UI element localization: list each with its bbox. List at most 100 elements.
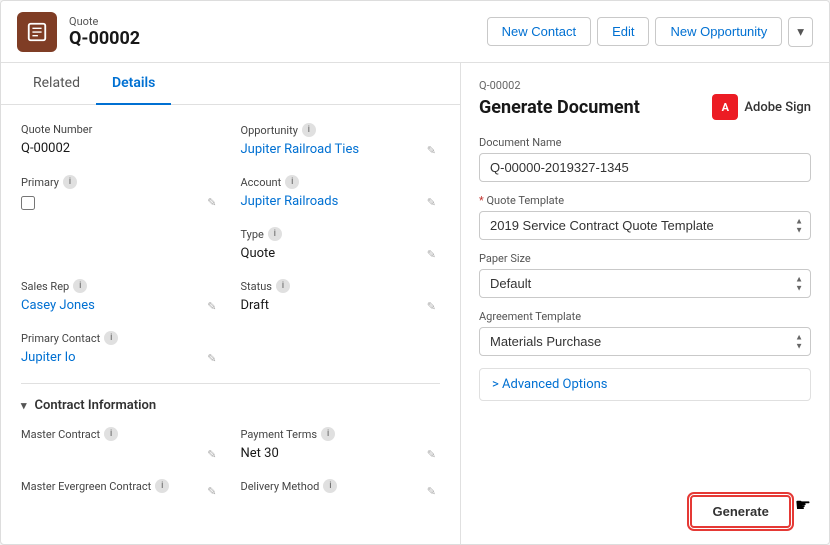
master-evergreen-value (21, 496, 221, 500)
master-evergreen-edit-icon[interactable]: ✎ (207, 485, 216, 498)
opportunity-info-icon[interactable]: i (302, 123, 316, 137)
tab-details[interactable]: Details (96, 63, 171, 105)
contract-section-header[interactable]: ▾ Contract Information (21, 398, 440, 413)
delivery-method-value (241, 496, 441, 500)
quote-number-value: Q-00002 (21, 139, 221, 158)
field-payment-terms: Payment Terms i Net 30 ✎ (241, 427, 441, 463)
primary-label: Primary i (21, 175, 221, 189)
sales-rep-edit-icon[interactable]: ✎ (207, 300, 216, 313)
document-name-label: Document Name (479, 136, 811, 149)
rp-field-paper-size: Paper Size Default ▲ ▼ (479, 252, 811, 298)
form-row-contract-2: Master Evergreen Contract i ✎ Delivery M… (21, 479, 440, 500)
tab-related[interactable]: Related (17, 63, 96, 105)
status-info-icon[interactable]: i (276, 279, 290, 293)
account-value[interactable]: Jupiter Railroads (241, 192, 441, 211)
field-sales-rep: Sales Rep i Casey Jones ✎ (21, 279, 221, 315)
field-primary: Primary i ✎ (21, 175, 221, 211)
paper-size-select[interactable]: Default (479, 269, 811, 298)
section-chevron-icon: ▾ (21, 399, 27, 412)
advanced-options-row[interactable]: > Advanced Options (479, 368, 811, 401)
panel-title: Generate Document (479, 97, 640, 118)
advanced-options-label: > Advanced Options (492, 377, 608, 392)
payment-terms-label: Payment Terms i (241, 427, 441, 441)
header-left: Quote Q-00002 (17, 12, 140, 52)
agreement-template-select[interactable]: Materials Purchase (479, 327, 811, 356)
primary-contact-label: Primary Contact i (21, 331, 221, 345)
delivery-method-edit-icon[interactable]: ✎ (427, 485, 436, 498)
generate-row: Generate ☛ (479, 495, 811, 528)
paper-size-label: Paper Size (479, 252, 811, 265)
field-status: Status i Draft ✎ (241, 279, 441, 315)
agreement-template-label: Agreement Template (479, 310, 811, 323)
quote-number-label: Quote Number (21, 123, 221, 136)
status-edit-icon[interactable]: ✎ (427, 300, 436, 313)
delivery-method-info-icon[interactable]: i (323, 479, 337, 493)
primary-edit-icon[interactable]: ✎ (207, 196, 216, 209)
master-contract-info-icon[interactable]: i (104, 427, 118, 441)
adobe-sign-label: Adobe Sign (744, 100, 811, 115)
paper-size-select-wrapper: Default ▲ ▼ (479, 269, 811, 298)
rp-field-quote-template: Quote Template 2019 Service Contract Quo… (479, 194, 811, 240)
type-label: Type i (241, 227, 441, 241)
payment-terms-value: Net 30 (241, 444, 441, 463)
edit-button[interactable]: Edit (597, 17, 649, 46)
right-panel: Q-00002 Generate Document A Adobe Sign D… (461, 63, 829, 544)
new-contact-button[interactable]: New Contact (487, 17, 591, 46)
generate-button[interactable]: Generate (690, 495, 790, 528)
sales-rep-value[interactable]: Casey Jones (21, 296, 221, 315)
primary-contact-info-icon[interactable]: i (104, 331, 118, 345)
agreement-template-select-wrapper: Materials Purchase ▲ ▼ (479, 327, 811, 356)
quote-icon (17, 12, 57, 52)
status-value: Draft (241, 296, 441, 315)
cursor-icon: ☛ (795, 495, 811, 528)
field-primary-contact: Primary Contact i Jupiter Io ✎ (21, 331, 221, 367)
header-title-block: Quote Q-00002 (69, 15, 140, 49)
type-value: Quote (241, 244, 441, 263)
primary-checkbox[interactable] (21, 196, 35, 210)
page-header: Quote Q-00002 New Contact Edit New Oppor… (1, 1, 829, 63)
document-name-input[interactable] (479, 153, 811, 182)
account-edit-icon[interactable]: ✎ (427, 196, 436, 209)
new-opportunity-button[interactable]: New Opportunity (655, 17, 782, 46)
adobe-sign-icon: A (712, 94, 738, 120)
field-delivery-method: Delivery Method i ✎ (241, 479, 441, 500)
quote-template-label: Quote Template (479, 194, 811, 207)
section-divider (21, 383, 440, 384)
primary-info-icon[interactable]: i (63, 175, 77, 189)
form-row-2: Primary i ✎ Account i Jupiter Ra (21, 175, 440, 211)
master-evergreen-label: Master Evergreen Contract i (21, 479, 221, 493)
contract-section-title: Contract Information (35, 398, 157, 413)
primary-checkbox-wrapper (21, 196, 221, 210)
sales-rep-info-icon[interactable]: i (73, 279, 87, 293)
master-contract-edit-icon[interactable]: ✎ (207, 448, 216, 461)
form-row-contract-1: Master Contract i ✎ Payment Terms i Net … (21, 427, 440, 463)
field-master-evergreen: Master Evergreen Contract i ✎ (21, 479, 221, 500)
primary-contact-value[interactable]: Jupiter Io (21, 348, 221, 367)
more-actions-dropdown[interactable]: ▾ (788, 17, 813, 47)
panel-id: Q-00002 (479, 79, 811, 92)
field-opportunity: Opportunity i Jupiter Railroad Ties ✎ (241, 123, 441, 159)
status-label: Status i (241, 279, 441, 293)
master-contract-label: Master Contract i (21, 427, 221, 441)
master-evergreen-info-icon[interactable]: i (155, 479, 169, 493)
field-empty-left (21, 227, 221, 263)
type-info-icon[interactable]: i (268, 227, 282, 241)
type-edit-icon[interactable]: ✎ (427, 248, 436, 261)
opportunity-value[interactable]: Jupiter Railroad Ties (241, 140, 441, 159)
opportunity-label: Opportunity i (241, 123, 441, 137)
payment-terms-info-icon[interactable]: i (321, 427, 335, 441)
header-title: Q-00002 (69, 28, 140, 49)
field-placeholder-right (241, 331, 441, 367)
primary-contact-edit-icon[interactable]: ✎ (207, 352, 216, 365)
master-contract-value (21, 444, 221, 448)
header-subtitle: Quote (69, 15, 140, 28)
account-info-icon[interactable]: i (285, 175, 299, 189)
panel-title-row: Generate Document A Adobe Sign (479, 94, 811, 120)
payment-terms-edit-icon[interactable]: ✎ (427, 448, 436, 461)
adobe-sign-badge: A Adobe Sign (712, 94, 811, 120)
opportunity-edit-icon[interactable]: ✎ (427, 144, 436, 157)
header-actions: New Contact Edit New Opportunity ▾ (487, 17, 813, 47)
form-row-5: Primary Contact i Jupiter Io ✎ (21, 331, 440, 367)
quote-template-select[interactable]: 2019 Service Contract Quote Template (479, 211, 811, 240)
form-area: Quote Number Q-00002 Opportunity i Jupit… (1, 105, 460, 544)
